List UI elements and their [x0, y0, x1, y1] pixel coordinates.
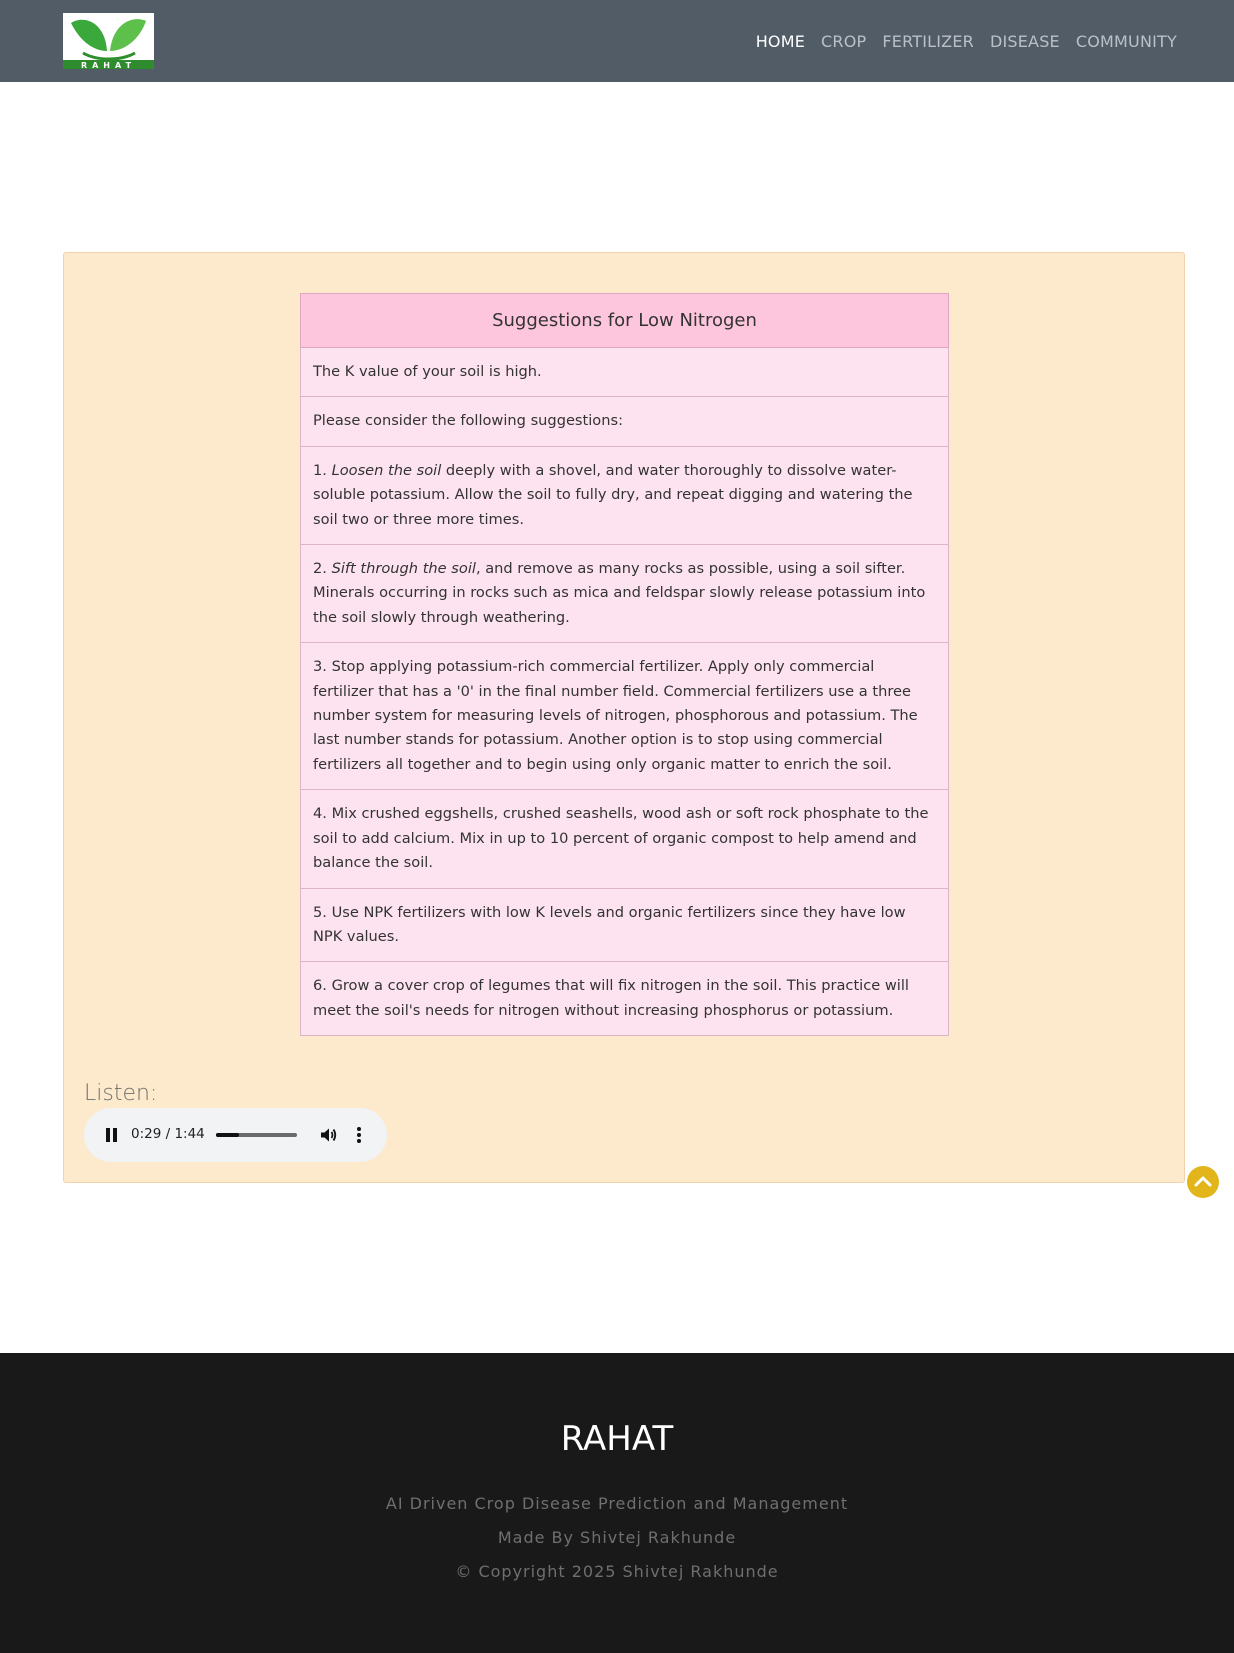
suggestions-intro: Please consider the following suggestion…: [300, 396, 949, 447]
leaf-logo-icon: RAHAT: [63, 19, 154, 69]
suggestion-item-2: 2. Sift through the soil, and remove as …: [300, 544, 949, 644]
nav-disease[interactable]: DISEASE: [990, 32, 1060, 51]
suggestions-table: Suggestions for Low Nitrogen The K value…: [300, 293, 949, 1037]
main-nav: HOME CROP FERTILIZER DISEASE COMMUNITY: [756, 0, 1177, 82]
footer-brand: RAHAT: [560, 1419, 674, 1459]
listen-label: Listen:: [84, 1081, 158, 1106]
footer: RAHAT AI Driven Crop Disease Prediction …: [0, 1353, 1234, 1653]
audio-seek-bar[interactable]: [216, 1133, 297, 1137]
footer-copyright: © Copyright 2025 Shivtej Rakhunde: [455, 1562, 779, 1581]
nav-home[interactable]: HOME: [756, 32, 805, 51]
nav-fertilizer[interactable]: FERTILIZER: [882, 32, 974, 51]
logo-text: RAHAT: [81, 61, 136, 69]
pause-icon[interactable]: [106, 1128, 118, 1142]
suggestion-item-6: 6. Grow a cover crop of legumes that wil…: [300, 961, 949, 1037]
suggestion-item-1: 1. Loosen the soil deeply with a shovel,…: [300, 445, 949, 546]
navbar: RAHAT HOME CROP FERTILIZER DISEASE COMMU…: [0, 0, 1234, 82]
nav-crop[interactable]: CROP: [821, 32, 866, 51]
audio-progress: [216, 1133, 239, 1137]
audio-player: 0:29 / 1:44: [84, 1108, 387, 1162]
more-options-icon[interactable]: [356, 1126, 362, 1144]
suggestion-item-4: 4. Mix crushed eggshells, crushed seashe…: [300, 789, 949, 889]
footer-made-by: Made By Shivtej Rakhunde: [497, 1528, 737, 1547]
chevron-up-icon: [1194, 1176, 1212, 1187]
rahat-logo[interactable]: RAHAT: [63, 13, 154, 69]
audio-time: 0:29 / 1:44: [131, 1126, 205, 1142]
suggestions-title: Suggestions for Low Nitrogen: [300, 293, 949, 348]
scroll-to-top-button[interactable]: [1187, 1166, 1219, 1198]
suggestions-panel: Suggestions for Low Nitrogen The K value…: [63, 252, 1185, 1183]
suggestion-item-3: 3. Stop applying potassium-rich commerci…: [300, 642, 949, 791]
volume-icon[interactable]: [319, 1126, 337, 1148]
nav-community[interactable]: COMMUNITY: [1076, 32, 1177, 51]
footer-tagline: AI Driven Crop Disease Prediction and Ma…: [385, 1494, 849, 1513]
suggestion-item-5: 5. Use NPK fertilizers with low K levels…: [300, 887, 949, 963]
soil-status: The K value of your soil is high.: [300, 346, 949, 398]
